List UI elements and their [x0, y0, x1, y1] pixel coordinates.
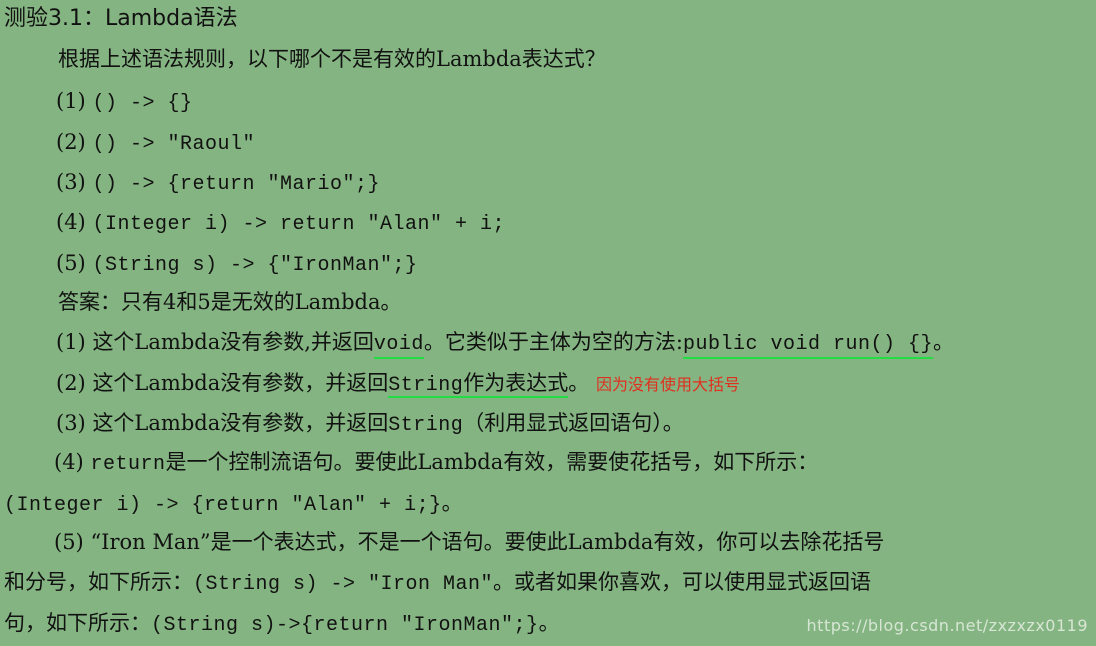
- explanation-2: (2) 这个Lambda没有参数，并返回String作为表达式。 因为没有使用大…: [56, 368, 740, 401]
- exp-number: (5): [54, 530, 84, 554]
- code-string: String: [388, 374, 464, 397]
- option-code: () -> "Raoul": [92, 133, 255, 156]
- option-5: (5) (String s) -> {"IronMan";}: [56, 248, 418, 281]
- code-string: String: [388, 414, 464, 437]
- exp-text: “Iron Man”是一个表达式，不是一个语句。要使此Lambda有效，你可以去…: [90, 530, 885, 554]
- code-void: void: [373, 333, 424, 359]
- option-code: () -> {return "Mario";}: [92, 173, 380, 196]
- exp-text: 。: [568, 371, 590, 395]
- question-text: 根据上述语法规则，以下哪个不是有效的Lambda表达式？: [58, 47, 606, 71]
- exp-text: 句，如下所示：: [4, 611, 151, 635]
- explanation-3: (3) 这个Lambda没有参数，并返回String（利用显式返回语句）。: [56, 408, 684, 441]
- option-3: (3) () -> {return "Mario";}: [56, 167, 380, 200]
- option-number: (4): [56, 210, 86, 234]
- option-code: () -> {}: [92, 92, 193, 115]
- option-number: (3): [56, 170, 86, 194]
- exp-text: （利用显式返回语句）。: [463, 411, 684, 435]
- exp-text: 。: [933, 330, 955, 354]
- exp-text: 。: [538, 611, 560, 635]
- quiz-title: 测验3.1：Lambda语法: [4, 6, 238, 31]
- exp-text: 这个Lambda没有参数，并返回: [92, 411, 389, 435]
- option-number: (2): [56, 130, 86, 154]
- annotation-note: 因为没有使用大括号: [595, 375, 740, 394]
- exp-text: 。或者如果你喜欢，可以使用显式返回语: [493, 570, 872, 594]
- exp-text: 和分号，如下所示：: [4, 570, 193, 594]
- explanation-5-line3: 句，如下所示：(String s)->{return "IronMan";}。: [4, 608, 560, 641]
- code-expression-lambda: (String s) -> "Iron Man": [193, 573, 494, 596]
- option-number: (1): [56, 89, 86, 113]
- code-run-method: public void run() {}: [683, 333, 934, 359]
- exp-number: (2): [56, 371, 86, 395]
- watermark-url: https://blog.csdn.net/zxzxzx0119: [806, 616, 1088, 635]
- code-return: return: [90, 453, 166, 476]
- explanation-4-code: (Integer i) -> {return "Alan" + i;}。: [4, 488, 463, 521]
- exp-number: (1): [56, 330, 86, 354]
- code-return-lambda: (String s)->{return "IronMan";}: [151, 614, 539, 637]
- explanation-5: (5) “Iron Man”是一个表达式，不是一个语句。要使此Lambda有效，…: [54, 527, 884, 557]
- explanation-4: (4) return是一个控制流语句。要使此Lambda有效，需要使花括号，如下…: [54, 447, 818, 480]
- exp-text: 作为表达式: [463, 371, 569, 395]
- code-fixed-lambda: (Integer i) -> {return "Alan" + i;}: [4, 494, 442, 517]
- exp-text: 。: [441, 491, 463, 515]
- option-code: (Integer i) -> return "Alan" + i;: [92, 213, 506, 236]
- exp-text: 。它类似于主体为空的方法:: [423, 330, 683, 354]
- option-2: (2) () -> "Raoul": [56, 127, 255, 160]
- option-1: (1) () -> {}: [56, 86, 192, 119]
- answer-text: 答案：只有4和5是无效的Lambda。: [58, 290, 402, 314]
- explanation-1: (1) 这个Lambda没有参数,并返回void。它类似于主体为空的方法:pub…: [56, 327, 954, 360]
- option-code: (String s) -> {"IronMan";}: [92, 254, 418, 277]
- option-number: (5): [56, 251, 86, 275]
- exp-text: 是一个控制流语句。要使此Lambda有效，需要使花括号，如下所示：: [165, 450, 819, 474]
- exp-text: 这个Lambda没有参数,并返回: [92, 330, 374, 354]
- exp-number: (4): [54, 450, 84, 474]
- option-4: (4) (Integer i) -> return "Alan" + i;: [56, 207, 505, 240]
- explanation-5-line2: 和分号，如下所示：(String s) -> "Iron Man"。或者如果你喜…: [4, 567, 871, 600]
- exp-number: (3): [56, 411, 86, 435]
- exp-text: 这个Lambda没有参数，并返回: [92, 371, 389, 395]
